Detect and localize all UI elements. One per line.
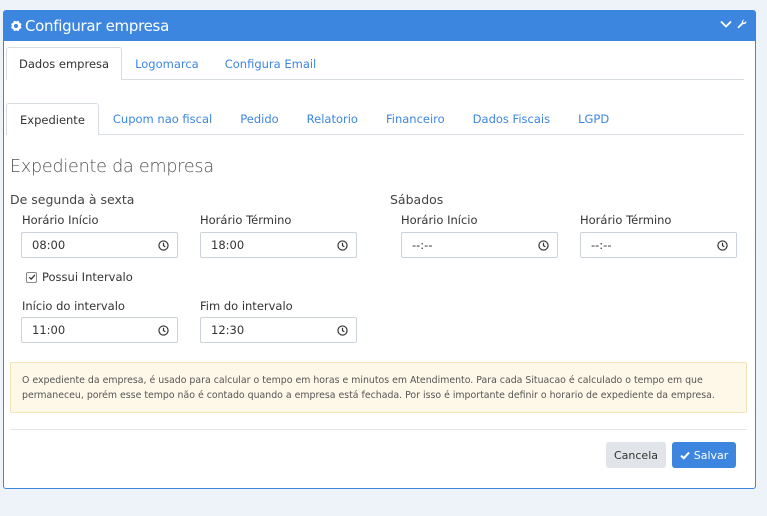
interval-start-label: Início do intervalo	[22, 299, 125, 313]
weekday-start-label: Horário Início	[22, 213, 99, 227]
interval-start-value: 11:00	[32, 323, 66, 337]
tab-pedido[interactable]: Pedido	[226, 103, 292, 134]
interval-checkbox-label: Possui Intervalo	[42, 270, 133, 284]
cancel-button[interactable]: Cancela	[606, 442, 666, 468]
interval-checkbox-row[interactable]: Possui Intervalo	[26, 270, 133, 284]
saturday-end-label: Horário Término	[580, 213, 672, 227]
wrench-icon[interactable]	[737, 19, 747, 29]
weekday-start-value: 08:00	[32, 238, 66, 252]
tab-cupom-nao-fiscal[interactable]: Cupom nao fiscal	[99, 103, 226, 134]
clock-icon[interactable]	[337, 325, 348, 336]
tab-expediente[interactable]: Expediente	[6, 103, 99, 135]
tab-relatorio[interactable]: Relatorio	[293, 103, 372, 134]
clock-icon[interactable]	[158, 325, 169, 336]
saturday-start-input[interactable]: --:--	[401, 232, 558, 258]
saturday-start-value: --:--	[412, 238, 433, 252]
section-title: Expediente da empresa	[10, 157, 214, 177]
saturday-title: Sábados	[390, 192, 444, 207]
main-tabs: Dados empresa Logomarca Configura Email	[6, 47, 744, 80]
tab-dados-empresa[interactable]: Dados empresa	[6, 47, 123, 80]
save-button[interactable]: Salvar	[672, 442, 736, 468]
weekday-end-input[interactable]: 18:00	[200, 232, 357, 258]
clock-icon[interactable]	[717, 240, 728, 251]
tab-financeiro[interactable]: Financeiro	[372, 103, 459, 134]
interval-end-label: Fim do intervalo	[200, 299, 293, 313]
weekday-end-value: 18:00	[211, 238, 245, 252]
clock-icon[interactable]	[538, 240, 549, 251]
info-alert: O expediente da empresa, é usado para ca…	[10, 362, 747, 413]
header-tools	[720, 19, 747, 29]
weekdays-title: De segunda à sexta	[10, 192, 135, 207]
tab-logomarca[interactable]: Logomarca	[122, 47, 212, 79]
interval-checkbox[interactable]	[26, 271, 37, 283]
divider	[10, 429, 747, 430]
weekday-end-label: Horário Término	[200, 213, 292, 227]
clock-icon[interactable]	[337, 240, 348, 251]
clock-icon[interactable]	[158, 240, 169, 251]
tab-lgpd[interactable]: LGPD	[564, 103, 623, 134]
tab-configura-email[interactable]: Configura Email	[212, 47, 330, 79]
saturday-end-input[interactable]: --:--	[580, 232, 737, 258]
panel-title: Configurar empresa	[25, 17, 169, 35]
panel-header: Configurar empresa	[4, 11, 755, 41]
check-icon	[28, 274, 35, 281]
gear-icon	[10, 20, 22, 32]
tab-dados-fiscais[interactable]: Dados Fiscais	[459, 103, 564, 134]
saturday-end-value: --:--	[591, 238, 612, 252]
interval-start-input[interactable]: 11:00	[21, 317, 178, 343]
sub-tabs: Expediente Cupom nao fiscal Pedido Relat…	[6, 103, 744, 135]
check-icon	[680, 451, 690, 460]
interval-end-input[interactable]: 12:30	[200, 317, 357, 343]
chevron-down-icon[interactable]	[720, 19, 732, 29]
save-button-label: Salvar	[693, 448, 729, 462]
interval-end-value: 12:30	[211, 323, 245, 337]
saturday-start-label: Horário Início	[401, 213, 478, 227]
weekday-start-input[interactable]: 08:00	[21, 232, 178, 258]
